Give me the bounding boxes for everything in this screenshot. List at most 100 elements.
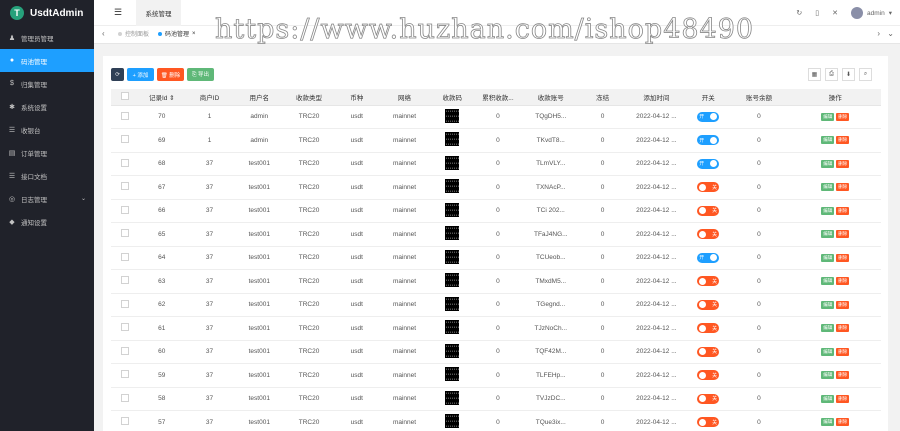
menu-toggle-icon[interactable]: ☰ (114, 7, 122, 18)
qr-code-icon[interactable] (445, 202, 460, 217)
qr-cell[interactable] (429, 246, 475, 270)
qr-cell[interactable] (429, 316, 475, 341)
delete-row-button[interactable]: 删除 (836, 394, 850, 403)
row-checkbox[interactable] (121, 229, 130, 238)
qr-code-icon[interactable] (445, 367, 460, 382)
qr-code-icon[interactable] (445, 414, 460, 429)
row-checkbox[interactable] (121, 370, 130, 379)
row-checkbox[interactable] (121, 417, 130, 426)
qr-cell[interactable] (429, 128, 475, 153)
edit-button[interactable]: 编辑 (821, 183, 835, 192)
qr-code-icon[interactable] (445, 179, 460, 194)
delete-row-button[interactable]: 删除 (836, 277, 850, 286)
edit-button[interactable]: 编辑 (821, 230, 835, 239)
row-checkbox[interactable] (121, 252, 130, 261)
qr-cell[interactable] (429, 175, 475, 200)
tab-dashboard[interactable]: 控制面板 (118, 29, 149, 38)
print-icon[interactable]: ⎙ (825, 68, 838, 81)
sidebar-item[interactable]: $ 归集管理 (0, 72, 94, 95)
tab-code-pool[interactable]: 码池管理 × (158, 29, 196, 38)
status-toggle[interactable]: 关 (697, 346, 720, 357)
row-checkbox[interactable] (121, 205, 130, 214)
download-icon[interactable]: ⬇ (842, 68, 855, 81)
row-checkbox[interactable] (121, 299, 130, 308)
delete-row-button[interactable]: 删除 (836, 371, 850, 380)
delete-button[interactable]: 🗑 删除 (157, 68, 184, 81)
qr-code-icon[interactable] (445, 132, 460, 147)
qr-cell[interactable] (429, 105, 475, 129)
qr-cell[interactable] (429, 293, 475, 317)
qr-cell[interactable] (429, 387, 475, 411)
qr-code-icon[interactable] (445, 390, 460, 405)
sidebar-item[interactable]: ● 码池管理 (0, 49, 94, 72)
edit-button[interactable]: 编辑 (821, 253, 835, 262)
edit-button[interactable]: 编辑 (821, 206, 835, 215)
sidebar-item[interactable]: ☰ 接口文档 (0, 164, 94, 187)
refresh-icon[interactable]: ↻ (796, 9, 802, 17)
qr-code-icon[interactable] (445, 273, 460, 288)
row-checkbox[interactable] (121, 135, 130, 144)
column-header[interactable]: 记录Id ⇕ (139, 89, 185, 106)
brand[interactable]: T UsdtAdmin (0, 0, 94, 26)
edit-button[interactable]: 编辑 (821, 371, 835, 380)
fullscreen-icon[interactable]: ✕ (832, 9, 838, 17)
row-checkbox[interactable] (121, 393, 130, 402)
qr-code-icon[interactable] (445, 296, 460, 311)
delete-row-button[interactable]: 删除 (836, 347, 850, 356)
qr-code-icon[interactable] (445, 155, 460, 170)
delete-row-button[interactable]: 删除 (836, 183, 850, 192)
delete-row-button[interactable]: 删除 (836, 112, 850, 121)
row-checkbox[interactable] (121, 158, 130, 167)
qr-code-icon[interactable] (445, 320, 460, 335)
sidebar-item[interactable]: ▤ 订单管理 (0, 141, 94, 164)
status-toggle[interactable]: 关 (697, 229, 720, 240)
row-checkbox[interactable] (121, 346, 130, 355)
status-toggle[interactable]: 开 (697, 252, 720, 263)
status-toggle[interactable]: 关 (697, 417, 720, 428)
top-tab-system[interactable]: 系统管理 (136, 0, 181, 26)
delete-row-button[interactable]: 删除 (836, 300, 850, 309)
delete-row-button[interactable]: 删除 (836, 159, 850, 168)
row-checkbox[interactable] (121, 276, 130, 285)
columns-icon[interactable]: ▦ (808, 68, 821, 81)
edit-button[interactable]: 编辑 (821, 136, 835, 145)
sidebar-item[interactable]: ✱ 系统设置 (0, 95, 94, 118)
status-toggle[interactable]: 关 (697, 205, 720, 216)
refresh-button[interactable]: ⟳ (111, 68, 124, 81)
edit-button[interactable]: 编辑 (821, 300, 835, 309)
lock-icon[interactable]: ▯ (815, 9, 819, 17)
row-checkbox[interactable] (121, 182, 130, 191)
sidebar-item[interactable]: ◎ 日志管理 ⌄ (0, 187, 94, 210)
status-toggle[interactable]: 关 (697, 393, 720, 404)
qr-code-icon[interactable] (445, 343, 460, 358)
status-toggle[interactable]: 关 (697, 276, 720, 287)
tabs-more-icon[interactable]: ⌄ (887, 29, 894, 38)
edit-button[interactable]: 编辑 (821, 277, 835, 286)
delete-row-button[interactable]: 删除 (836, 136, 850, 145)
export-button[interactable]: ⎘ 导出 (187, 68, 214, 81)
qr-cell[interactable] (429, 340, 475, 364)
sidebar-item[interactable]: ♟ 管理员管理 (0, 26, 94, 49)
user-menu[interactable]: admin ▾ (851, 7, 892, 19)
qr-cell[interactable] (429, 269, 475, 294)
delete-row-button[interactable]: 删除 (836, 230, 850, 239)
select-all-checkbox[interactable] (121, 91, 130, 100)
delete-row-button[interactable]: 删除 (836, 418, 850, 427)
status-toggle[interactable]: 开 (697, 158, 720, 169)
status-toggle[interactable]: 关 (697, 182, 720, 193)
add-button[interactable]: + 添加 (127, 68, 154, 81)
qr-cell[interactable] (429, 199, 475, 223)
qr-cell[interactable] (429, 410, 475, 431)
status-toggle[interactable]: 关 (697, 299, 720, 310)
row-checkbox[interactable] (121, 323, 130, 332)
edit-button[interactable]: 编辑 (821, 112, 835, 121)
sidebar-item[interactable]: ◆ 通知设置 (0, 210, 94, 233)
status-toggle[interactable]: 关 (697, 323, 720, 334)
qr-code-icon[interactable] (445, 249, 460, 264)
qr-code-icon[interactable] (445, 108, 460, 123)
qr-cell[interactable] (429, 222, 475, 247)
search-icon[interactable]: ⌕ (859, 68, 872, 81)
delete-row-button[interactable]: 删除 (836, 253, 850, 262)
row-checkbox[interactable] (121, 111, 130, 120)
tabs-next-icon[interactable]: › (877, 29, 880, 38)
